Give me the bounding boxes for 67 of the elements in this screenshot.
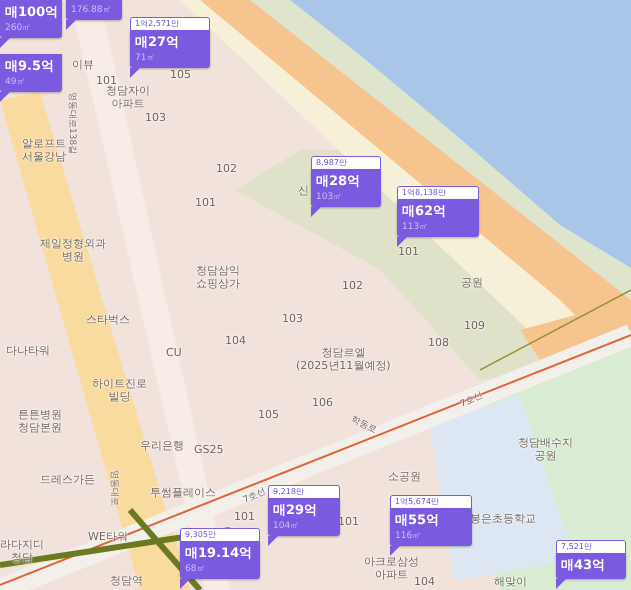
map-label: 101: [195, 196, 216, 209]
sale-price-text: 매9.5억: [5, 58, 56, 76]
price-per-area-text: 1억8,138만: [397, 186, 479, 199]
map-label: 투썸플레이스: [150, 486, 216, 499]
map-label: 105: [170, 68, 191, 81]
sale-price-text: 매29억: [273, 502, 318, 520]
price-per-area-text: 1억2,571만: [130, 17, 210, 30]
map-label: 알로프트 서울강남: [22, 137, 66, 163]
area-text: 260㎡: [5, 22, 32, 34]
price-per-area-text: 7,521만: [556, 540, 626, 553]
sale-price-text: 매62억: [402, 203, 448, 221]
sale-price-text: 매27억: [135, 34, 180, 52]
map-label: 스타벅스: [86, 313, 130, 326]
price-per-area-text: 8,987만: [311, 156, 381, 169]
map-label: 영동대로: [108, 470, 120, 506]
map-label: 튼튼병원 청담본원: [18, 408, 62, 434]
area-text: 68㎡: [185, 563, 206, 575]
map-label: 109: [464, 319, 485, 332]
map-label: 소공원: [388, 470, 421, 483]
area-text: 49㎡: [5, 76, 26, 88]
map-label: 103: [282, 312, 303, 325]
map-label: 해맞이: [494, 575, 527, 588]
map-label: 청담르엘 (2025년11월예정): [296, 346, 391, 372]
map-label: 102: [216, 162, 237, 175]
map-label: 우리은행: [140, 439, 184, 452]
area-text: 116㎡: [395, 530, 422, 542]
map-label: 101: [338, 515, 359, 528]
map-label: 101: [234, 510, 255, 523]
area-text: 103㎡: [316, 191, 344, 203]
area-text: 176.88㎡: [71, 4, 112, 16]
map-label: 104: [414, 575, 435, 588]
area-text: 104㎡: [273, 520, 300, 532]
map-label: 청담역: [110, 574, 143, 587]
area-text: 71㎡: [135, 52, 156, 64]
sale-price-text: 매28억: [316, 173, 362, 191]
map-label: 제일정형외과 병원: [40, 237, 106, 263]
map-label: 105: [258, 408, 279, 421]
map-label: 봉은초등학교: [470, 512, 536, 525]
map-label: 신: [298, 184, 309, 197]
map-label: 청담삼익 쇼핑상가: [196, 264, 240, 290]
map-label: 공원: [461, 276, 483, 289]
price-per-area-text: 1억5,674만: [390, 495, 472, 508]
area-text: 113㎡: [402, 221, 430, 233]
map-label: 102: [342, 279, 363, 292]
map-label: 청담자이 아파트: [106, 84, 150, 110]
map-label: 7호선: [458, 390, 486, 412]
sale-price-text: 매55억: [395, 512, 440, 530]
sale-price-text: 매43억: [561, 557, 606, 575]
map-label: 104: [225, 334, 246, 347]
map-label: 106: [312, 396, 333, 409]
map-label: 101: [96, 74, 117, 87]
map-label: 하이트진로 빌딩: [92, 377, 147, 403]
price-per-area-text: 9,218만: [268, 485, 340, 498]
price-per-area-text: 9,305만: [180, 528, 260, 541]
map-label: GS25: [194, 443, 224, 456]
map-label: 다나타워: [6, 344, 50, 357]
map-label: 영동대로138길: [66, 92, 78, 154]
sale-price-text: 매19.14억: [185, 545, 254, 563]
map-label: 7호선: [241, 486, 268, 508]
map-label: 108: [428, 336, 449, 349]
map-label: 이뷰: [72, 58, 94, 71]
map-label: CU: [166, 346, 182, 359]
map-label: 드레스가든: [40, 473, 95, 486]
map-label: 101: [398, 245, 419, 258]
map-label: 청담배수지 공원: [518, 436, 573, 462]
sale-price-text: 매100억: [5, 4, 57, 22]
map-label: 103: [145, 111, 166, 124]
